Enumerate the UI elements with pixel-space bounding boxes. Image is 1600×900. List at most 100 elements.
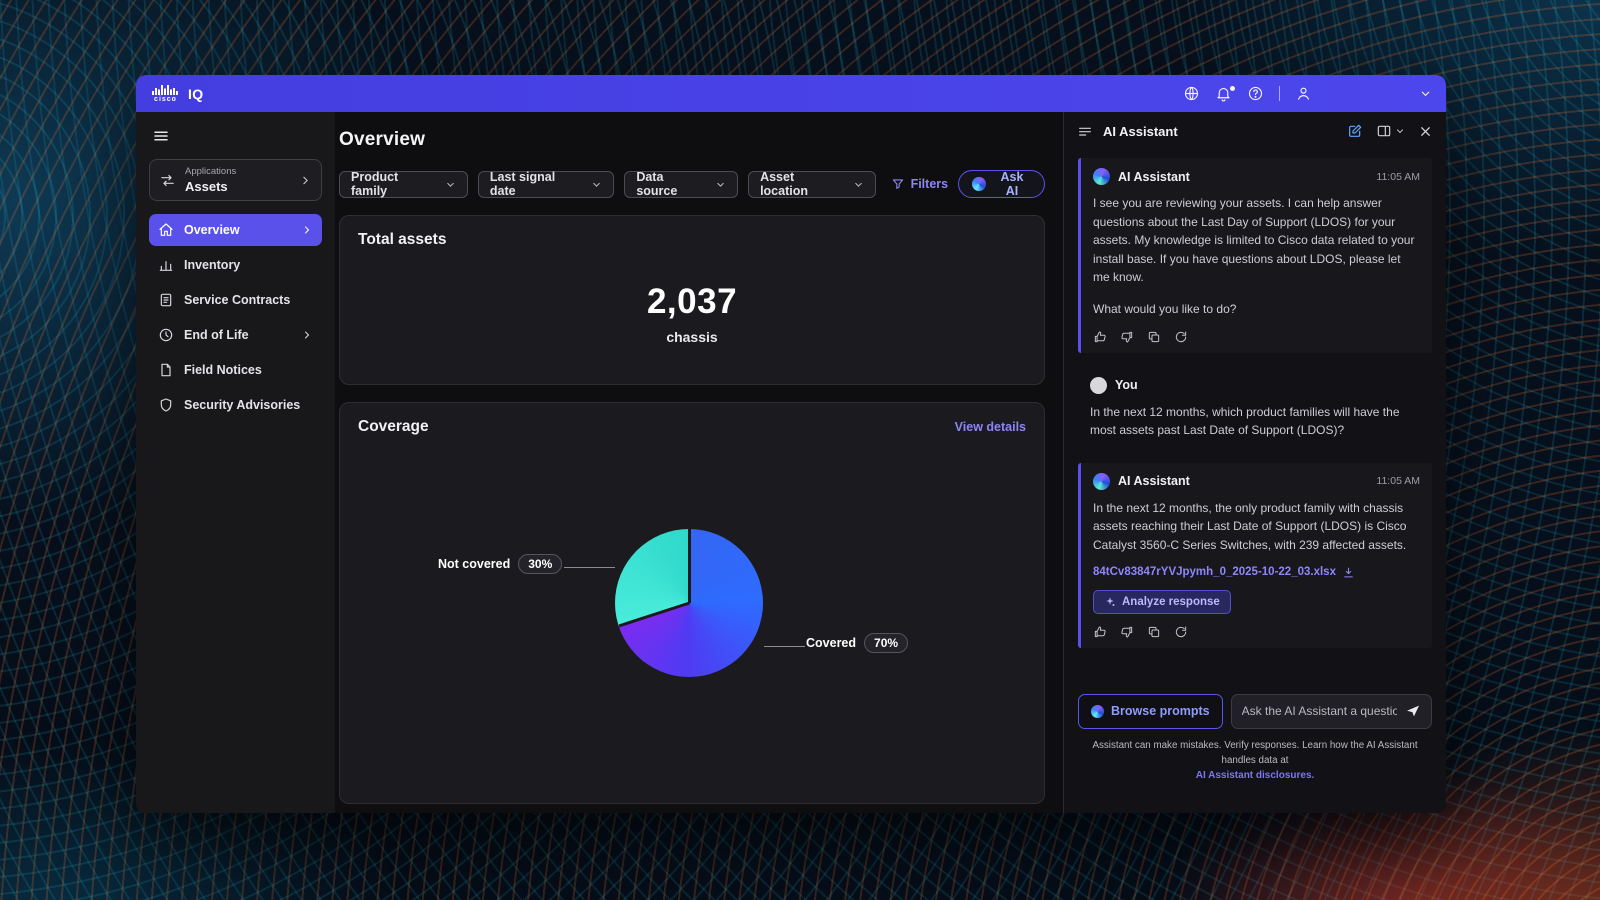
cisco-wordmark: cisco <box>154 96 177 103</box>
new-chat-icon[interactable] <box>1347 123 1363 139</box>
not-covered-label: Not covered <box>438 557 510 571</box>
notification-dot <box>1230 86 1235 91</box>
callout-not-covered: Not covered 30% <box>438 554 562 574</box>
ai-panel-header: AI Assistant <box>1064 112 1446 150</box>
covered-label: Covered <box>806 636 856 650</box>
shield-icon <box>158 397 174 413</box>
copy-icon[interactable] <box>1147 625 1161 639</box>
ai-orb-icon <box>1091 705 1104 718</box>
chip-label: Asset location <box>760 170 845 198</box>
sidebar-item-label: Field Notices <box>184 363 262 377</box>
chevron-down-icon <box>445 179 456 190</box>
message-text: In the next 12 months, the only product … <box>1093 499 1420 555</box>
sidebar-item-label: End of Life <box>184 328 249 342</box>
coverage-pie <box>615 529 763 677</box>
assets-swap-icon <box>159 172 176 189</box>
thumbs-down-icon[interactable] <box>1120 625 1134 639</box>
filters-link[interactable]: Filters <box>891 177 949 191</box>
help-icon[interactable] <box>1247 85 1264 102</box>
main-content: Overview Product family Last signal date… <box>335 112 1063 813</box>
chevron-down-icon <box>1395 126 1405 136</box>
total-assets-unit: chassis <box>340 329 1044 345</box>
filter-chip-asset-location[interactable]: Asset location <box>748 171 876 198</box>
filter-funnel-icon <box>891 177 905 191</box>
refresh-icon[interactable] <box>1174 625 1188 639</box>
sidebar-item-label: Security Advisories <box>184 398 300 412</box>
ai-assistant-panel: AI Assistant <box>1063 112 1446 813</box>
brand: cisco IQ <box>152 84 203 103</box>
covered-value: 70% <box>864 633 908 653</box>
sidebar-item-end-of-life[interactable]: End of Life <box>149 319 322 351</box>
bar-chart-icon <box>158 257 174 273</box>
message-time: 11:05 AM <box>1376 171 1420 183</box>
chevron-right-icon <box>301 224 313 236</box>
sidebar-item-label: Overview <box>184 223 240 237</box>
callout-line-not-covered <box>564 567 615 568</box>
analyze-response-label: Analyze response <box>1122 596 1220 608</box>
user-profile-icon[interactable] <box>1295 85 1312 102</box>
message-text: I see you are reviewing your assets. I c… <box>1093 194 1420 287</box>
ask-ai-button[interactable]: Ask AI <box>958 170 1045 198</box>
chevron-down-icon <box>591 179 602 190</box>
ai-message-list: AI Assistant 11:05 AM I see you are revi… <box>1064 150 1446 648</box>
sidebar-item-field-notices[interactable]: Field Notices <box>149 354 322 386</box>
disclaimer-link[interactable]: AI Assistant disclosures. <box>1084 768 1426 784</box>
sidebar-item-service-contracts[interactable]: Service Contracts <box>149 284 322 316</box>
window-body: Applications Assets Overview <box>136 112 1446 813</box>
total-assets-value-block: 2,037 chassis <box>340 282 1044 345</box>
panel-layout-icon <box>1376 123 1392 139</box>
sidebar-item-label: Inventory <box>184 258 240 272</box>
send-icon[interactable] <box>1405 703 1421 719</box>
callout-covered: Covered 70% <box>806 633 908 653</box>
thumbs-up-icon[interactable] <box>1093 330 1107 344</box>
top-bar: cisco IQ <box>136 75 1446 112</box>
ask-question-input[interactable] <box>1242 704 1397 718</box>
browse-prompts-button[interactable]: Browse prompts <box>1078 694 1223 729</box>
message-actions <box>1093 625 1420 639</box>
document-icon <box>158 292 174 308</box>
ai-avatar <box>1093 473 1110 490</box>
sidebar-item-overview[interactable]: Overview <box>149 214 322 246</box>
copy-icon[interactable] <box>1147 330 1161 344</box>
browse-prompts-label: Browse prompts <box>1111 704 1210 718</box>
filter-chip-data-source[interactable]: Data source <box>624 171 738 198</box>
sidebar-item-security-advisories[interactable]: Security Advisories <box>149 389 322 421</box>
user-message: You In the next 12 months, which product… <box>1078 367 1432 449</box>
pie-divider-end <box>618 602 689 628</box>
message-author: AI Assistant <box>1118 474 1190 488</box>
filter-chip-product-family[interactable]: Product family <box>339 171 468 198</box>
globe-icon[interactable] <box>1183 85 1200 102</box>
analyze-response-button[interactable]: Analyze response <box>1093 590 1231 614</box>
refresh-icon[interactable] <box>1174 330 1188 344</box>
clock-icon <box>158 327 174 343</box>
thumbs-down-icon[interactable] <box>1120 330 1134 344</box>
chevron-right-icon <box>299 174 312 187</box>
thumbs-up-icon[interactable] <box>1093 625 1107 639</box>
notifications-bell-icon[interactable] <box>1215 85 1232 102</box>
attachment-link[interactable]: 84tCv83847rYVJpymh_0_2025-10-22_03.xlsx <box>1093 566 1420 579</box>
message-text: What would you like to do? <box>1093 300 1420 319</box>
chevron-down-icon[interactable] <box>1419 87 1432 100</box>
ai-avatar <box>1093 168 1110 185</box>
message-text: In the next 12 months, which product fam… <box>1090 403 1420 440</box>
chip-label: Data source <box>636 170 707 198</box>
app-window: cisco IQ <box>136 75 1446 813</box>
coverage-card: Coverage View details Not covered 30% <box>339 402 1045 804</box>
ai-message: AI Assistant 11:05 AM I see you are revi… <box>1078 158 1432 353</box>
app-switcher-assets[interactable]: Applications Assets <box>149 159 322 201</box>
user-avatar <box>1090 377 1107 394</box>
sidebar-item-inventory[interactable]: Inventory <box>149 249 322 281</box>
disclaimer-text: Assistant can make mistakes. Verify resp… <box>1092 740 1417 766</box>
panel-menu-icon[interactable] <box>1077 123 1093 139</box>
filter-row: Product family Last signal date Data sou… <box>339 170 1045 198</box>
desktop-background: { "app": { "logo_text": "cisco", "produc… <box>0 0 1600 900</box>
filter-chip-last-signal-date[interactable]: Last signal date <box>478 171 614 198</box>
message-actions <box>1093 330 1420 344</box>
menu-icon[interactable] <box>152 127 170 145</box>
panel-layout-toggle[interactable] <box>1376 123 1405 139</box>
callout-line-covered <box>764 646 805 647</box>
page-title: Overview <box>339 129 1045 151</box>
close-icon[interactable] <box>1418 124 1433 139</box>
total-assets-card: Total assets 2,037 chassis <box>339 215 1045 385</box>
message-time: 11:05 AM <box>1376 475 1420 487</box>
